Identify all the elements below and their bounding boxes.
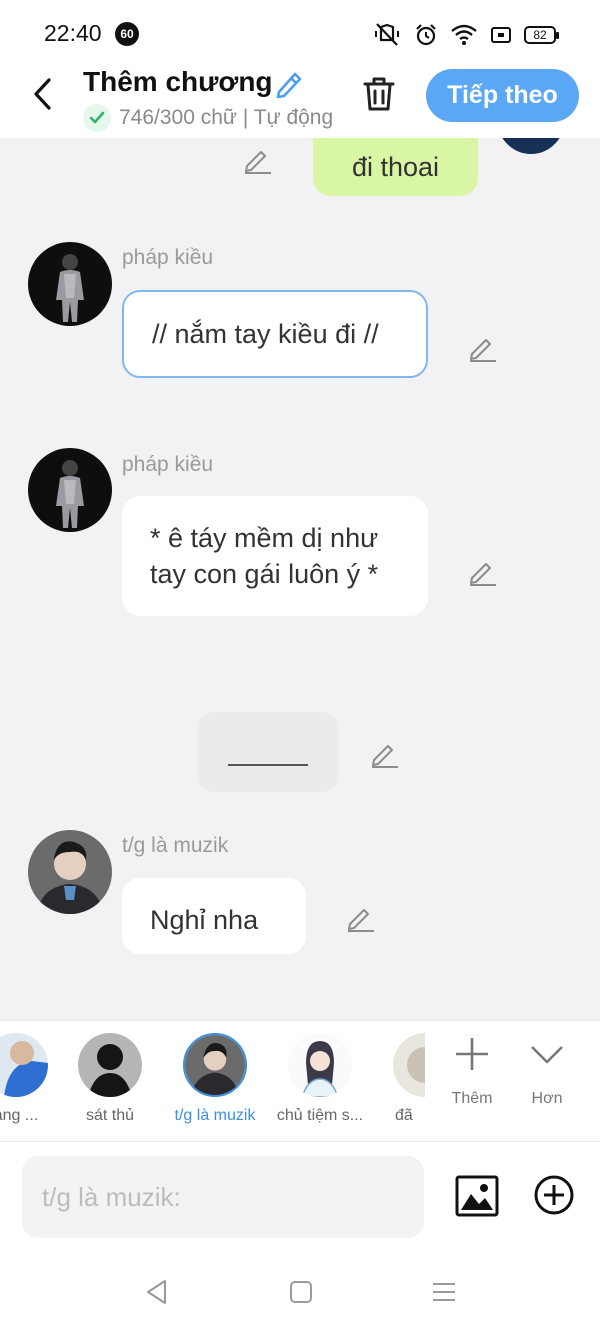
message-bubble[interactable]: * ê táy mềm dị như tay con gái luôn ý * bbox=[122, 496, 428, 616]
chevron-down-icon bbox=[531, 1046, 563, 1064]
status-time: 22:40 bbox=[44, 20, 102, 46]
system-nav-bar bbox=[0, 1252, 600, 1333]
page-title: Thêm chương bbox=[83, 66, 273, 97]
add-character-button[interactable]: Thêm bbox=[442, 1035, 502, 1108]
edit-message-icon[interactable] bbox=[370, 738, 400, 768]
word-count-status: 746/300 chữ | Tự động bbox=[119, 106, 334, 129]
chat-area[interactable]: đi thoai pháp kiều // nắm tay kiều đi // bbox=[0, 138, 600, 1020]
word-count-row: 746/300 chữ | Tự động bbox=[83, 104, 333, 132]
message-bubble[interactable]: // nắm tay kiều đi // bbox=[122, 290, 428, 378]
status-icons: 82 bbox=[372, 22, 559, 48]
avatar-phap-kieu[interactable] bbox=[28, 242, 112, 326]
edit-message-icon[interactable] bbox=[243, 144, 273, 174]
check-icon bbox=[83, 104, 111, 132]
notification-count-badge: 60 bbox=[115, 22, 139, 46]
screen-cast-icon bbox=[491, 27, 511, 43]
avatar-phap-kieu[interactable] bbox=[28, 448, 112, 532]
edit-title-icon[interactable] bbox=[273, 68, 307, 100]
character-name: sát thủ bbox=[85, 1107, 135, 1124]
character-avatar bbox=[0, 1033, 48, 1097]
character-avatar bbox=[183, 1033, 247, 1097]
more-button[interactable]: Hơn bbox=[517, 1035, 577, 1108]
character-name: t/g là muzik bbox=[174, 1107, 256, 1124]
more-label: Hơn bbox=[531, 1090, 563, 1107]
image-icon[interactable] bbox=[455, 1174, 499, 1218]
character-avatar bbox=[393, 1033, 425, 1097]
message-text: đi thoai bbox=[351, 152, 440, 182]
sender-name: pháp kiều bbox=[122, 453, 214, 476]
message-text: * ê táy mềm dị như tay con gái luôn ý * bbox=[150, 523, 379, 589]
divider-line bbox=[228, 764, 308, 766]
editor-header: Thêm chương 746/300 chữ | Tự động Tiếp t… bbox=[0, 62, 600, 138]
vibrate-off-icon bbox=[375, 23, 399, 46]
nav-home-icon[interactable] bbox=[287, 1278, 315, 1306]
edit-message-icon[interactable] bbox=[346, 902, 376, 932]
message-text: // nắm tay kiều đi // bbox=[152, 319, 379, 349]
character-avatar bbox=[288, 1033, 352, 1097]
message-text: Nghỉ nha bbox=[150, 905, 259, 935]
alarm-icon bbox=[416, 24, 436, 46]
character-avatar bbox=[78, 1033, 142, 1097]
next-button[interactable]: Tiếp theo bbox=[426, 69, 579, 122]
battery-icon: 82 bbox=[524, 26, 559, 44]
avatar-tg-la-muzik[interactable] bbox=[28, 830, 112, 914]
edit-message-icon[interactable] bbox=[468, 556, 498, 586]
add-label: Thêm bbox=[451, 1090, 493, 1107]
trash-icon bbox=[363, 77, 395, 111]
avatar-self[interactable] bbox=[496, 138, 566, 154]
sender-name: pháp kiều bbox=[122, 246, 214, 269]
nav-back-icon[interactable] bbox=[143, 1278, 171, 1306]
character-item[interactable]: đã bbox=[355, 1033, 425, 1125]
message-input[interactable] bbox=[22, 1156, 424, 1238]
message-bubble-mine[interactable]: đi thoai bbox=[313, 138, 478, 196]
chevron-left-icon bbox=[34, 78, 51, 110]
scene-divider[interactable] bbox=[198, 712, 338, 792]
delete-button[interactable] bbox=[360, 74, 398, 114]
character-item[interactable]: sát thủ bbox=[58, 1033, 162, 1125]
sender-name: t/g là muzik bbox=[122, 834, 229, 857]
composer bbox=[0, 1142, 600, 1252]
character-item-selected[interactable]: t/g là muzik bbox=[163, 1033, 267, 1125]
nav-menu-icon[interactable] bbox=[430, 1278, 458, 1306]
character-name: đã bbox=[395, 1107, 413, 1124]
plus-icon bbox=[456, 1038, 488, 1070]
wifi-icon bbox=[451, 24, 477, 45]
edit-message-icon[interactable] bbox=[468, 332, 498, 362]
character-selector: ang ... sát thủ t/g là muzik chủ tiệm s.… bbox=[0, 1020, 600, 1142]
back-button[interactable] bbox=[24, 76, 60, 112]
message-bubble[interactable]: Nghỉ nha bbox=[122, 878, 306, 954]
add-circle-icon[interactable] bbox=[533, 1174, 575, 1216]
status-bar: 22:40 60 82 bbox=[0, 0, 600, 62]
